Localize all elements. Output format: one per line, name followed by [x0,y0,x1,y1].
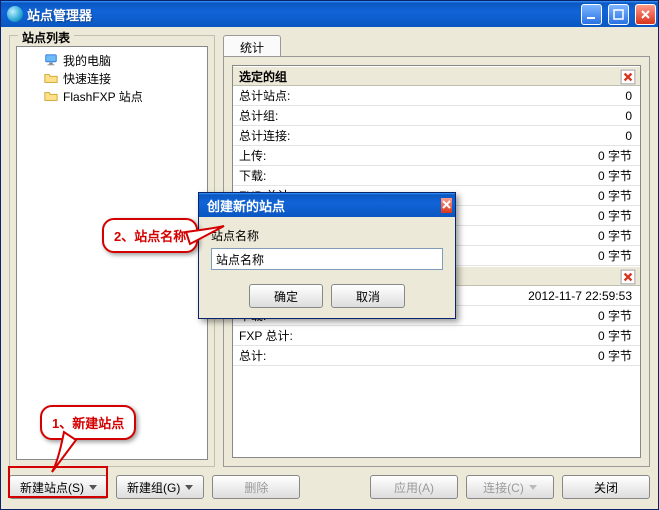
tree-label: 我的电脑 [63,52,111,69]
stats-row: 总计站点:0 [233,86,640,106]
stats-row: 总计:0 字节 [233,346,640,366]
stats-row: 总计连接:0 [233,126,640,146]
dialog-ok-button[interactable]: 确定 [249,284,323,308]
tree-node-quick-connect[interactable]: 快速连接 [21,69,207,87]
close-window-button[interactable]: 关闭 [562,475,650,499]
folder-icon [43,70,59,86]
dialog-title: 创建新的站点 [207,196,285,215]
tab-strip: 统计 [223,35,650,57]
maximize-button[interactable] [608,4,629,25]
tree-label: FlashFXP 站点 [63,88,143,105]
clear-group-icon[interactable] [620,69,636,85]
button-bar: 新建站点(S) 新建组(G) 删除 应用(A) 连接(C) 关闭 [1,467,658,509]
stats-row: FXP 总计:0 字节 [233,326,640,346]
new-group-button[interactable]: 新建组(G) [116,475,204,499]
stats-header: 选定的组 [233,66,640,86]
tree-node-flashfxp[interactable]: FlashFXP 站点 [21,87,207,105]
window-title: 站点管理器 [27,5,575,24]
clear-group-icon[interactable] [620,269,636,285]
create-site-dialog: 创建新的站点 站点名称 确定 取消 [198,192,456,319]
stats-row: 上传:0 字节 [233,146,640,166]
dialog-close-button[interactable] [441,198,452,213]
tab-stats[interactable]: 统计 [223,35,281,56]
site-list-legend: 站点列表 [18,29,74,46]
monitor-icon [43,52,59,68]
site-name-label: 站点名称 [211,227,443,244]
apply-button[interactable]: 应用(A) [370,475,458,499]
folder-icon [43,88,59,104]
delete-button[interactable]: 删除 [212,475,300,499]
site-list-panel: 站点列表 我的电脑 快速连接 [9,35,215,467]
close-button[interactable] [635,4,656,25]
connect-button[interactable]: 连接(C) [466,475,554,499]
minimize-button[interactable] [581,4,602,25]
dialog-body: 站点名称 确定 取消 [199,217,455,318]
stats-row: 下载:0 字节 [233,166,640,186]
site-tree[interactable]: 我的电脑 快速连接 FlashFXP 站点 [16,46,208,460]
title-bar: 站点管理器 [1,1,658,27]
stats-row: 总计组:0 [233,106,640,126]
tree-node-my-computer[interactable]: 我的电脑 [21,51,207,69]
dialog-title-bar[interactable]: 创建新的站点 [199,193,455,217]
app-icon [7,6,23,22]
tree-label: 快速连接 [63,70,111,87]
dialog-cancel-button[interactable]: 取消 [331,284,405,308]
stats-header-label: 选定的组 [239,68,287,85]
site-name-input[interactable] [211,248,443,270]
new-site-button[interactable]: 新建站点(S) [9,475,108,499]
